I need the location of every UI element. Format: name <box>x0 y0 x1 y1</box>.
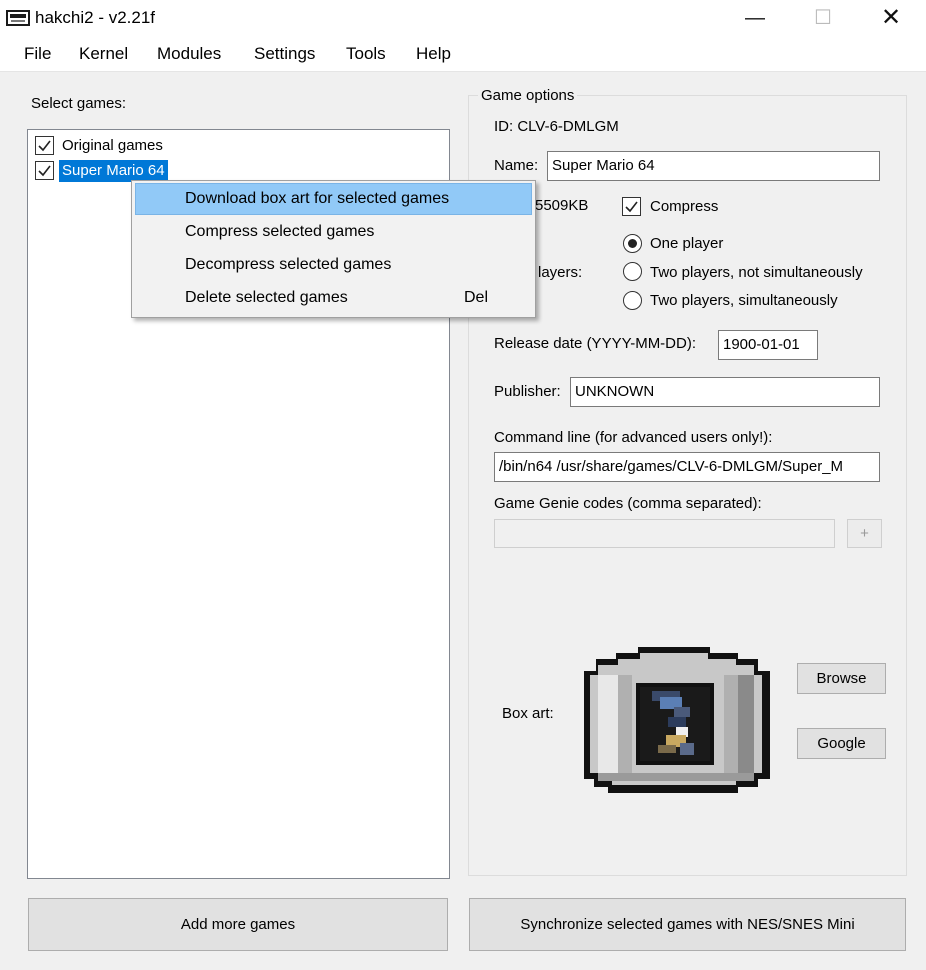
release-date-label: Release date (YYYY-MM-DD): <box>494 335 697 352</box>
publisher-input[interactable]: UNKNOWN <box>570 377 880 407</box>
context-item-label: Compress selected games <box>185 223 375 240</box>
compress-label: Compress <box>650 198 719 215</box>
context-item-label: Delete selected games <box>185 289 348 306</box>
command-line-label: Command line (for advanced users only!): <box>494 429 773 446</box>
context-item-label: Download box art for selected games <box>185 190 450 207</box>
two-players-not-simultaneous-radio[interactable] <box>623 262 642 281</box>
check-icon <box>38 165 51 177</box>
synchronize-button[interactable]: Synchronize selected games with NES/SNES… <box>469 898 906 951</box>
context-delete[interactable]: Delete selected games Del <box>135 282 532 314</box>
command-line-input[interactable]: /bin/n64 /usr/share/games/CLV-6-DMLGM/Su… <box>494 452 880 482</box>
menu-kernel[interactable]: Kernel <box>77 44 130 64</box>
close-button[interactable]: ✕ <box>856 0 926 38</box>
one-player-radio[interactable] <box>623 234 642 253</box>
google-button[interactable]: Google <box>797 728 886 759</box>
context-item-label: Decompress selected games <box>185 256 392 273</box>
publisher-label: Publisher: <box>494 383 561 400</box>
context-compress[interactable]: Compress selected games <box>135 216 532 248</box>
menu-help[interactable]: Help <box>414 44 453 64</box>
box-art-label: Box art: <box>502 705 554 722</box>
game-genie-input[interactable] <box>494 519 835 548</box>
players-label: layers: <box>538 264 583 281</box>
app-icon <box>6 10 30 26</box>
check-icon <box>625 201 638 213</box>
add-more-games-button[interactable]: Add more games <box>28 898 448 951</box>
game-item-super-mario-64[interactable]: Super Mario 64 <box>59 160 168 182</box>
name-input[interactable]: Super Mario 64 <box>547 151 880 181</box>
super-mario-64-checkbox[interactable] <box>35 161 54 180</box>
menu-modules[interactable]: Modules <box>155 44 223 64</box>
one-player-label: One player <box>650 235 724 252</box>
game-genie-label: Game Genie codes (comma separated): <box>494 495 762 512</box>
menu-file[interactable]: File <box>22 44 53 64</box>
context-decompress[interactable]: Decompress selected games <box>135 249 532 281</box>
window-title: hakchi2 - v2.21f <box>35 8 156 27</box>
game-genie-add-button[interactable]: + <box>847 519 882 548</box>
context-download-box-art[interactable]: Download box art for selected games <box>135 183 532 215</box>
menu-bar <box>0 38 926 72</box>
size-label: 5509KB <box>535 197 589 214</box>
two-players-simultaneous-label: Two players, simultaneously <box>650 292 838 309</box>
game-id-label: ID: CLV-6-DMLGM <box>494 118 619 135</box>
context-menu: Download box art for selected games Comp… <box>131 180 536 318</box>
release-date-input[interactable]: 1900-01-01 <box>718 330 818 360</box>
browse-button[interactable]: Browse <box>797 663 886 694</box>
box-art-image[interactable] <box>582 647 776 799</box>
two-players-not-simultaneous-label: Two players, not simultaneously <box>650 264 863 281</box>
two-players-simultaneous-radio[interactable] <box>623 291 642 310</box>
select-games-label: Select games: <box>31 95 127 112</box>
compress-checkbox[interactable] <box>622 197 641 216</box>
game-options-legend: Game options <box>478 87 578 104</box>
menu-tools[interactable]: Tools <box>344 44 388 64</box>
menu-settings[interactable]: Settings <box>252 44 317 64</box>
cartridge-icon <box>584 647 770 793</box>
game-item-original-games[interactable]: Original games <box>59 135 166 157</box>
minimize-button[interactable]: — <box>720 0 790 38</box>
name-label: Name: <box>494 157 539 174</box>
maximize-button[interactable]: ☐ <box>788 0 858 38</box>
original-games-checkbox[interactable] <box>35 136 54 155</box>
check-icon <box>38 140 51 152</box>
context-delete-shortcut: Del <box>463 289 488 306</box>
